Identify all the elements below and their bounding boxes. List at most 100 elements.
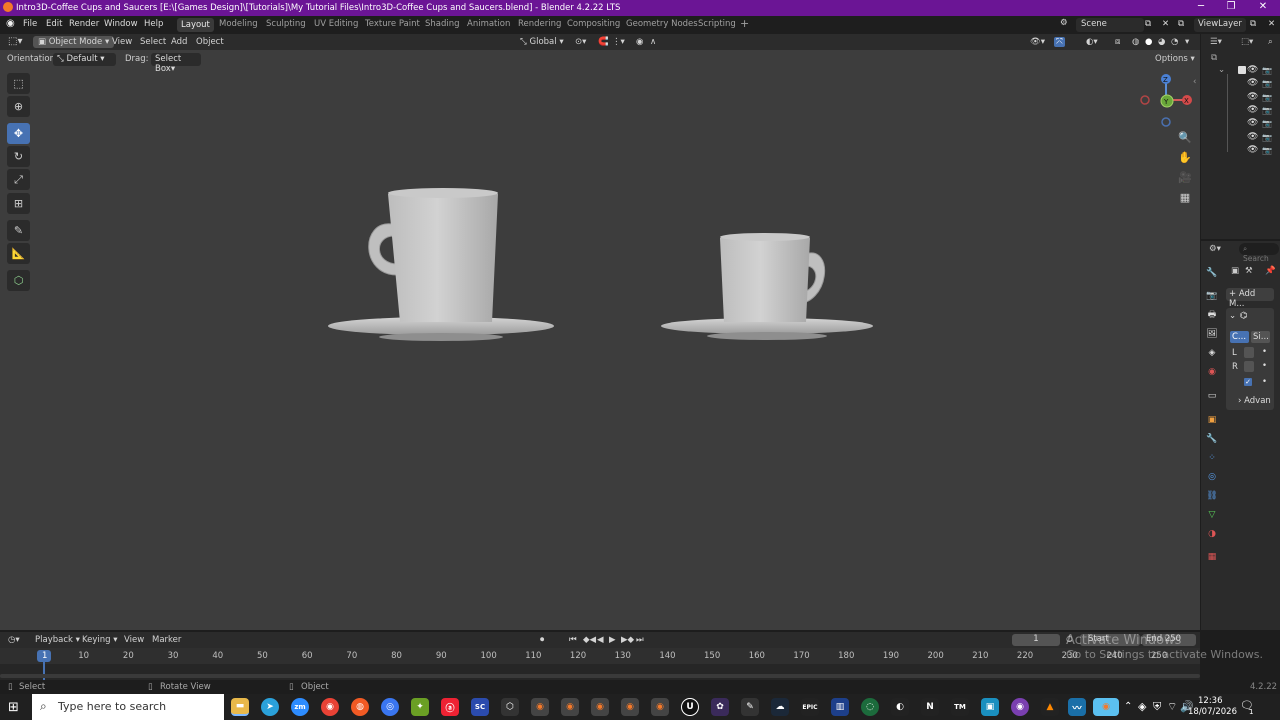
- scene-collection-icon[interactable]: ⧉: [1211, 53, 1217, 63]
- proportional-edit-icon[interactable]: ◉: [636, 37, 643, 47]
- cursor-tool[interactable]: ⊕: [7, 96, 30, 117]
- modifier-tab-si[interactable]: Si...: [1251, 331, 1270, 343]
- visibility-eye-icon[interactable]: 👁: [1247, 92, 1258, 102]
- tray-network-icon[interactable]: ◈: [1138, 700, 1146, 713]
- render-camera-icon[interactable]: 📷: [1262, 79, 1272, 88]
- scale-tool[interactable]: ⤢: [7, 169, 30, 190]
- material-tab-icon[interactable]: ◑: [1205, 527, 1219, 541]
- row-r-field[interactable]: [1244, 361, 1254, 372]
- visibility-eye-icon[interactable]: 👁: [1247, 78, 1258, 88]
- outliner-search-icon[interactable]: ⌕: [1268, 37, 1273, 47]
- modifier-wrench-icon[interactable]: ⚒: [1245, 266, 1253, 276]
- view-layer-tab-icon[interactable]: 🖼: [1205, 327, 1219, 341]
- render-camera-icon[interactable]: 📷: [1262, 119, 1272, 128]
- new-view-layer-icon[interactable]: ⧉: [1250, 19, 1256, 29]
- outliner-editor-icon[interactable]: ☰▾: [1210, 37, 1222, 47]
- current-frame-field[interactable]: 1: [1012, 634, 1060, 646]
- inkscape-icon[interactable]: ✎: [741, 698, 759, 716]
- zoom-app-icon[interactable]: zm: [291, 698, 309, 716]
- collection-checkbox[interactable]: [1238, 66, 1246, 74]
- menu-add[interactable]: Add: [171, 37, 187, 47]
- delete-view-layer-icon[interactable]: ✕: [1268, 19, 1275, 29]
- render-camera-icon[interactable]: 📷: [1262, 146, 1272, 155]
- taskbar-search[interactable]: ⌕ Type here to search: [32, 694, 224, 720]
- blender-menu-icon[interactable]: ◉: [6, 18, 15, 29]
- notion-icon[interactable]: N: [921, 698, 939, 716]
- tab-texture-paint[interactable]: Texture Paint: [365, 19, 420, 29]
- visibility-eye-icon[interactable]: 👁: [1247, 65, 1258, 75]
- modifier-collapse-icon[interactable]: ⌄: [1229, 311, 1236, 321]
- scene-tab-icon[interactable]: ◈: [1205, 346, 1219, 360]
- render-camera-icon[interactable]: 📷: [1262, 93, 1272, 102]
- brave-icon[interactable]: ◍: [351, 698, 369, 716]
- menu-object[interactable]: Object: [196, 37, 224, 47]
- zoom-icon[interactable]: 🔍: [1176, 128, 1194, 146]
- orientation-dropdown[interactable]: ⤡ Default ▾: [53, 53, 116, 66]
- menu-file[interactable]: File: [23, 19, 37, 29]
- visibility-eye-icon[interactable]: 👁: [1247, 118, 1258, 128]
- close-icon[interactable]: ✕: [1248, 1, 1278, 15]
- krita-icon[interactable]: ✿: [711, 698, 729, 716]
- tray-security-icon[interactable]: ⛨: [1153, 700, 1161, 714]
- new-scene-icon[interactable]: ⧉: [1145, 19, 1151, 29]
- overlays-icon[interactable]: ◐▾: [1086, 37, 1098, 47]
- editor-type-icon[interactable]: ⬚▾: [8, 36, 22, 47]
- modifier-pin2-icon[interactable]: 📌: [1265, 266, 1276, 276]
- move-tool[interactable]: ✥: [7, 123, 30, 144]
- output-tab-icon[interactable]: 🖶: [1205, 308, 1219, 322]
- unreal-engine-icon[interactable]: U: [681, 698, 699, 716]
- data-tab-icon[interactable]: ▽: [1205, 508, 1219, 522]
- steam-icon[interactable]: ☁: [771, 698, 789, 716]
- tab-rendering[interactable]: Rendering: [518, 19, 561, 29]
- jump-end-icon[interactable]: ⏭: [636, 635, 644, 645]
- pivot-icon[interactable]: ⊙▾: [575, 37, 586, 47]
- minimize-icon[interactable]: ─: [1186, 1, 1216, 15]
- pan-hand-icon[interactable]: ✋: [1176, 148, 1194, 166]
- visibility-icon[interactable]: 👁▾: [1030, 37, 1045, 47]
- tab-uv-editing[interactable]: UV Editing: [314, 19, 358, 29]
- menu-edit[interactable]: Edit: [46, 19, 62, 29]
- app-tm-icon[interactable]: TM: [951, 698, 969, 716]
- adobe-icon[interactable]: ⓐ: [441, 698, 459, 716]
- blender-app-icon[interactable]: ◉: [621, 698, 639, 716]
- menu-help[interactable]: Help: [144, 19, 163, 29]
- blender-app-icon[interactable]: ◉: [651, 698, 669, 716]
- delete-scene-icon[interactable]: ✕: [1162, 19, 1169, 29]
- xray-icon[interactable]: ⧈: [1115, 37, 1120, 47]
- menu-view[interactable]: View: [112, 37, 132, 47]
- perspective-grid-icon[interactable]: ▦: [1176, 188, 1194, 206]
- transform-tool[interactable]: ⊞: [7, 193, 30, 214]
- tray-chevron-icon[interactable]: ⌃: [1124, 701, 1132, 712]
- tool-tab-icon[interactable]: 🔧: [1205, 266, 1219, 280]
- menu-playback[interactable]: Playback ▾: [35, 635, 80, 645]
- tab-modeling[interactable]: Modeling: [219, 19, 258, 29]
- properties-search[interactable]: ⌕ Search: [1239, 243, 1279, 263]
- mode-select[interactable]: ▣ Object Mode ▾: [33, 36, 115, 48]
- epic-games-icon[interactable]: EPIC: [801, 698, 819, 716]
- transform-orientation-select[interactable]: ⤡ Global ▾: [520, 37, 564, 47]
- jump-keyframe-back-icon[interactable]: ◆◀: [583, 635, 596, 645]
- tray-wifi-icon[interactable]: ⌔: [1167, 700, 1177, 714]
- app-spiral-icon[interactable]: ◌: [861, 698, 879, 716]
- auto-key-icon[interactable]: ⏺: [540, 635, 544, 645]
- play-reverse-icon[interactable]: ◀: [597, 635, 604, 645]
- view-layer-icon[interactable]: ⧉: [1178, 19, 1184, 29]
- shading-options-icon[interactable]: ▾: [1185, 37, 1189, 47]
- drag-dropdown[interactable]: Select Box▾: [151, 53, 201, 74]
- particles-tab-icon[interactable]: ⁘: [1205, 451, 1219, 465]
- maximize-icon[interactable]: ❐: [1216, 1, 1246, 15]
- scene-icon[interactable]: ⚙: [1060, 18, 1068, 28]
- row-l-field[interactable]: [1244, 347, 1254, 358]
- modifier-tab-icon[interactable]: 🔧: [1205, 432, 1219, 446]
- telegram-icon[interactable]: ➤: [261, 698, 279, 716]
- signal-icon[interactable]: ◎: [381, 698, 399, 716]
- vlc-icon[interactable]: ▲: [1041, 698, 1059, 716]
- outliner-filter-icon[interactable]: ⬚▾: [1241, 37, 1253, 47]
- physics-tab-icon[interactable]: ◎: [1205, 470, 1219, 484]
- tab-compositing[interactable]: Compositing: [567, 19, 620, 29]
- render-camera-icon[interactable]: 📷: [1262, 106, 1272, 115]
- scene-objects[interactable]: [320, 180, 890, 350]
- add-modifier-button[interactable]: + Add M...: [1226, 288, 1274, 309]
- tab-sculpting[interactable]: Sculpting: [266, 19, 306, 29]
- select-box-tool[interactable]: ⬚: [7, 73, 30, 94]
